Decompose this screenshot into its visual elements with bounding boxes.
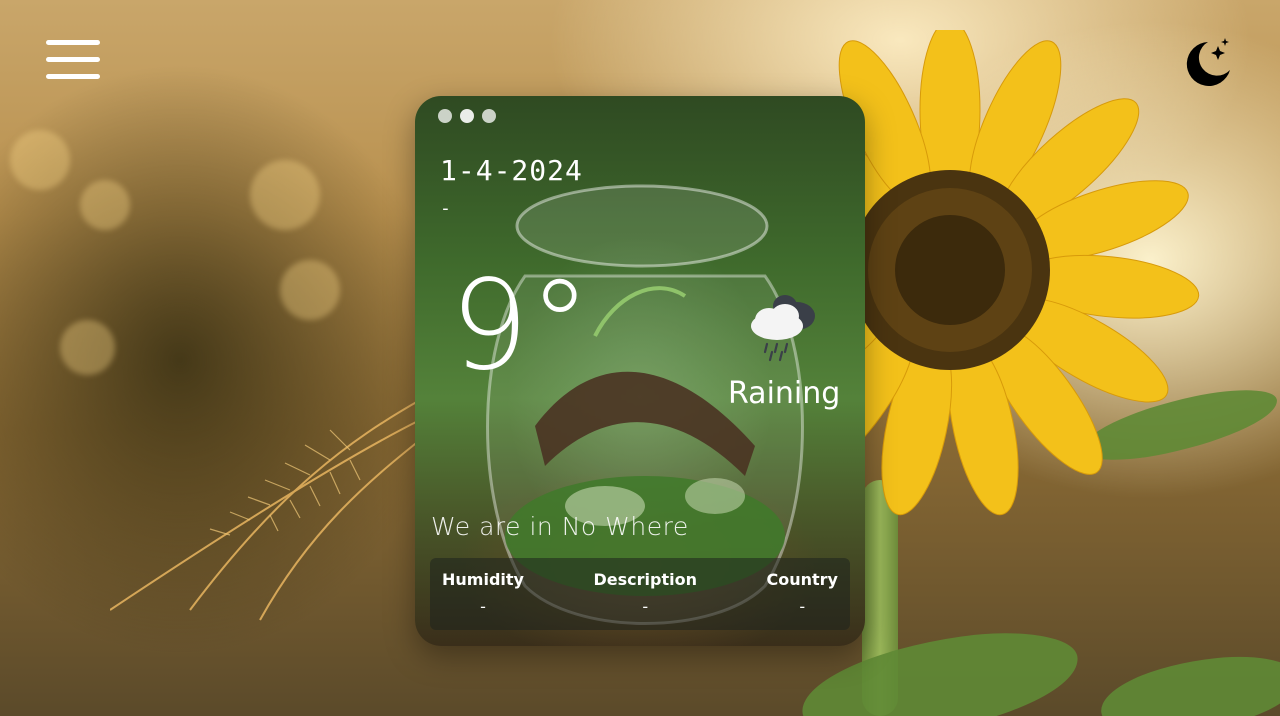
background-bokeh bbox=[280, 260, 340, 320]
temperature-value: 9° bbox=[450, 254, 591, 398]
hamburger-menu-icon bbox=[46, 57, 100, 62]
detail-label: Humidity bbox=[442, 570, 524, 589]
window-dot bbox=[438, 109, 452, 123]
background-bokeh bbox=[10, 130, 70, 190]
detail-value: - bbox=[642, 597, 649, 616]
detail-label: Country bbox=[766, 570, 838, 589]
time-text: - bbox=[440, 198, 451, 219]
detail-label: Description bbox=[593, 570, 697, 589]
window-dots bbox=[438, 109, 496, 123]
detail-description: Description - bbox=[593, 570, 696, 630]
hamburger-menu-icon bbox=[46, 40, 100, 45]
hamburger-menu-icon bbox=[46, 74, 100, 79]
detail-value: - bbox=[799, 597, 806, 616]
background-bokeh bbox=[250, 160, 320, 230]
menu-button[interactable] bbox=[46, 40, 100, 82]
window-dot bbox=[482, 109, 496, 123]
cloud-rain-icon bbox=[751, 295, 815, 362]
detail-value: - bbox=[480, 597, 486, 616]
weather-condition-text: Raining bbox=[728, 376, 841, 411]
detail-humidity: Humidity - bbox=[442, 570, 524, 630]
window-dot bbox=[460, 109, 474, 123]
background-bokeh bbox=[60, 320, 115, 375]
location-text: We are in No Where bbox=[431, 512, 689, 541]
grass-decoration bbox=[110, 399, 421, 621]
date-text: 1-4-2024 bbox=[440, 154, 583, 187]
weather-card: 1-4-2024 - 9° Raining We are in No Where… bbox=[415, 96, 865, 646]
weather-details-panel: Humidity - Description - Country - bbox=[430, 558, 850, 630]
detail-country: Country - bbox=[767, 570, 838, 630]
moon-stars-icon[interactable] bbox=[1182, 36, 1234, 88]
sunflower-leaf bbox=[1096, 649, 1280, 716]
background-bokeh bbox=[80, 180, 130, 230]
